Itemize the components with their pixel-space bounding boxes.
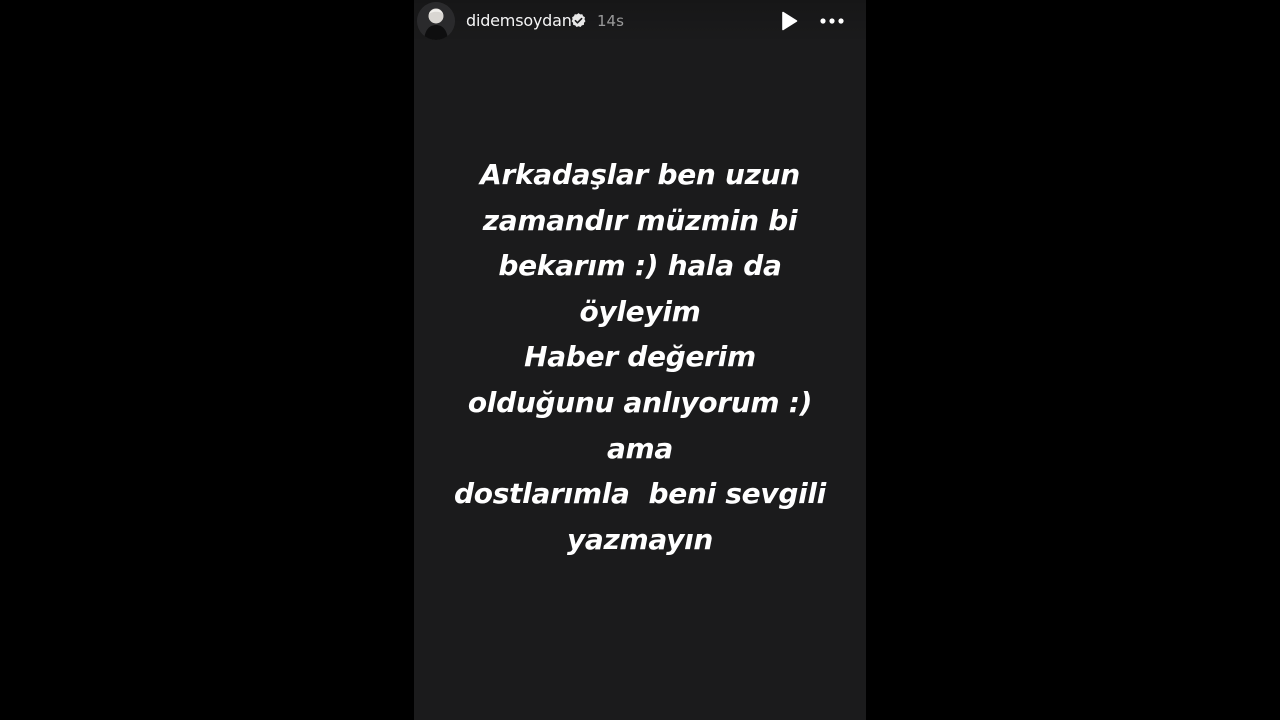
story-text-line: yazmayın xyxy=(566,522,714,556)
story-text-line: ama xyxy=(606,431,674,465)
timestamp: 14s xyxy=(597,12,624,30)
more-options-icon xyxy=(820,18,844,24)
viewport: didemsoydan 14s Arkadaşlar ben uzun zama… xyxy=(0,0,1280,720)
story-text-line: dostlarımla beni sevgili xyxy=(454,477,826,511)
more-options-button[interactable] xyxy=(818,10,846,32)
verified-badge-icon xyxy=(571,13,586,28)
profile-avatar-icon xyxy=(417,2,455,40)
story-text-line: olduğunu anlıyorum :) xyxy=(467,385,813,419)
username[interactable]: didemsoydan xyxy=(466,11,572,30)
play-button[interactable] xyxy=(778,10,800,32)
story-text-line: öyleyim xyxy=(579,294,701,328)
story-header: didemsoydan 14s xyxy=(414,0,866,44)
story-text-line: bekarım :) hala da xyxy=(498,249,782,283)
story-text-line: Arkadaşlar ben uzun xyxy=(480,158,800,191)
story-text-line: zamandır müzmin bi xyxy=(482,203,798,237)
story-text: Arkadaşlar ben uzun zamandır müzmin bi b… xyxy=(414,152,866,562)
story-viewer[interactable]: didemsoydan 14s Arkadaşlar ben uzun zama… xyxy=(414,0,866,720)
avatar[interactable] xyxy=(417,2,455,40)
story-text-line: Haber değerim xyxy=(524,340,756,374)
play-icon xyxy=(782,11,798,31)
